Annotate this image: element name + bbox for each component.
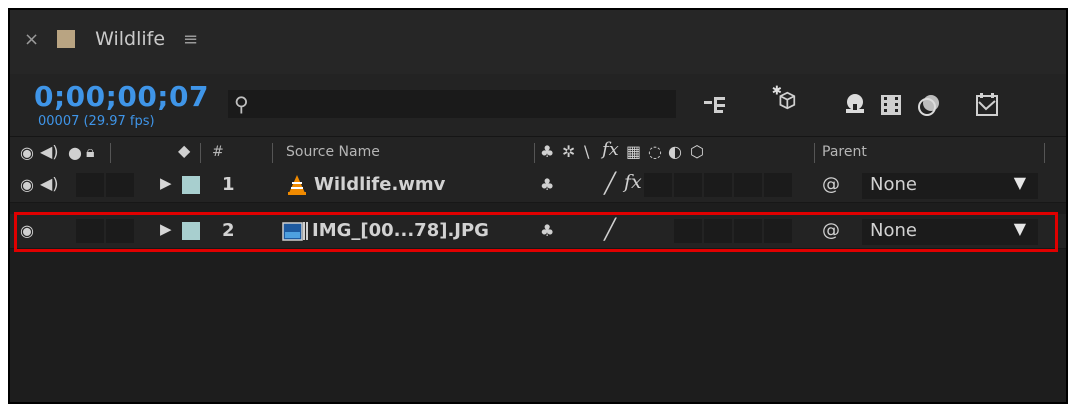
layer-column-header: ◉ ◀) ● 🔒︎ ◆ # Source Name ♣ ✲ \ fx ▦ ◌ ◐…: [10, 136, 1066, 170]
switch-cell[interactable]: [704, 219, 732, 243]
switch-cell[interactable]: [734, 173, 762, 197]
shy-layers-icon[interactable]: [842, 92, 868, 118]
chevron-down-icon: ▼: [1013, 173, 1026, 192]
audio-speaker-icon[interactable]: ◀): [40, 142, 59, 161]
image-sequence-icon: [282, 222, 308, 241]
search-icon: ⚲: [234, 92, 249, 116]
expand-triangle-icon[interactable]: ▶: [160, 220, 172, 238]
motion-blur-switch-icon[interactable]: ◌: [648, 142, 662, 161]
composition-mini-flowchart-icon[interactable]: [702, 92, 728, 118]
expand-triangle-icon[interactable]: ▶: [160, 174, 172, 192]
switch-cell[interactable]: [764, 219, 792, 243]
lock-toggle[interactable]: [106, 219, 134, 243]
audio-speaker-icon[interactable]: ◀): [40, 174, 59, 193]
switch-cell[interactable]: [644, 173, 672, 197]
parent-value: None: [870, 220, 917, 241]
timeline-panel: × Wildlife ≡ 0;00;00;07 00007 (29.97 fps…: [8, 8, 1068, 404]
switch-cell[interactable]: [764, 173, 792, 197]
graph-editor-icon[interactable]: [974, 92, 1000, 118]
current-time-display[interactable]: 0;00;00;07: [34, 80, 209, 113]
effect-fx-icon[interactable]: fx: [602, 139, 619, 160]
collapse-transformations-icon[interactable]: ✲: [562, 142, 575, 161]
lock-icon[interactable]: 🔒︎: [86, 142, 95, 162]
label-tag-icon[interactable]: ◆: [178, 141, 190, 160]
layer-search-input[interactable]: ⚲: [228, 90, 676, 118]
switch-cell[interactable]: [674, 173, 702, 197]
layer-number: 2: [222, 220, 235, 241]
layer-label-color[interactable]: [182, 222, 200, 240]
quality-switch-icon[interactable]: ╱: [604, 217, 616, 241]
column-source-name[interactable]: Source Name: [286, 144, 380, 160]
pick-whip-icon[interactable]: @: [822, 220, 840, 241]
layer-row[interactable]: ◉ ▶ 2 IMG_[00...78].JPG ♣ ╱ @ None ▼: [10, 214, 1066, 249]
solo-dot-icon[interactable]: ●: [68, 143, 82, 162]
switch-cell[interactable]: [674, 219, 702, 243]
layer-label-color[interactable]: [182, 176, 200, 194]
vlc-cone-icon: [288, 175, 306, 195]
composition-title: Wildlife: [95, 28, 166, 50]
switch-cell[interactable]: [734, 219, 762, 243]
close-tab-icon[interactable]: ×: [24, 29, 39, 50]
solo-toggle[interactable]: [76, 219, 104, 243]
video-eye-icon[interactable]: ◉: [20, 143, 34, 162]
draft-3d-icon[interactable]: ✱: [770, 84, 796, 110]
shy-switch-icon[interactable]: ♣: [540, 175, 554, 194]
layer-number: 1: [222, 174, 235, 195]
frame-count-display: 00007 (29.97 fps): [38, 114, 155, 129]
quality-switch-icon[interactable]: ╱: [604, 171, 616, 195]
lock-toggle[interactable]: [106, 173, 134, 197]
switch-cell[interactable]: [704, 173, 732, 197]
parent-value: None: [870, 174, 917, 195]
chevron-down-icon: ▼: [1013, 219, 1026, 238]
layer-row[interactable]: ◉ ◀) ▶ 1 Wildlife.wmv ♣ ╱ fx @ None ▼: [10, 168, 1066, 203]
panel-menu-icon[interactable]: ≡: [183, 29, 198, 50]
layer-source-name[interactable]: Wildlife.wmv: [314, 174, 445, 195]
pick-whip-icon[interactable]: @: [822, 174, 840, 195]
composition-tab[interactable]: × Wildlife ≡: [24, 28, 198, 50]
adjustment-layer-icon[interactable]: ◐: [668, 142, 682, 161]
column-number: #: [212, 144, 224, 160]
parent-dropdown[interactable]: None ▼: [862, 219, 1038, 245]
frame-blending-icon[interactable]: [878, 92, 904, 118]
shy-switch-icon[interactable]: ♣: [540, 221, 554, 240]
video-eye-icon[interactable]: ◉: [20, 175, 34, 194]
label-color-swatch: [57, 30, 76, 48]
motion-blur-icon[interactable]: [916, 92, 942, 118]
shy-switch-icon[interactable]: ♣: [540, 142, 554, 161]
column-parent[interactable]: Parent: [822, 144, 867, 160]
effect-fx-icon[interactable]: fx: [624, 171, 642, 193]
layer-source-name[interactable]: IMG_[00...78].JPG: [312, 220, 489, 241]
quality-icon[interactable]: \: [584, 142, 589, 161]
video-eye-icon[interactable]: ◉: [20, 221, 34, 240]
solo-toggle[interactable]: [76, 173, 104, 197]
3d-layer-icon[interactable]: ⬡: [690, 142, 704, 161]
panel-header: × Wildlife ≡: [10, 10, 1066, 75]
frame-blend-switch-icon[interactable]: ▦: [626, 142, 641, 161]
parent-dropdown[interactable]: None ▼: [862, 173, 1038, 199]
